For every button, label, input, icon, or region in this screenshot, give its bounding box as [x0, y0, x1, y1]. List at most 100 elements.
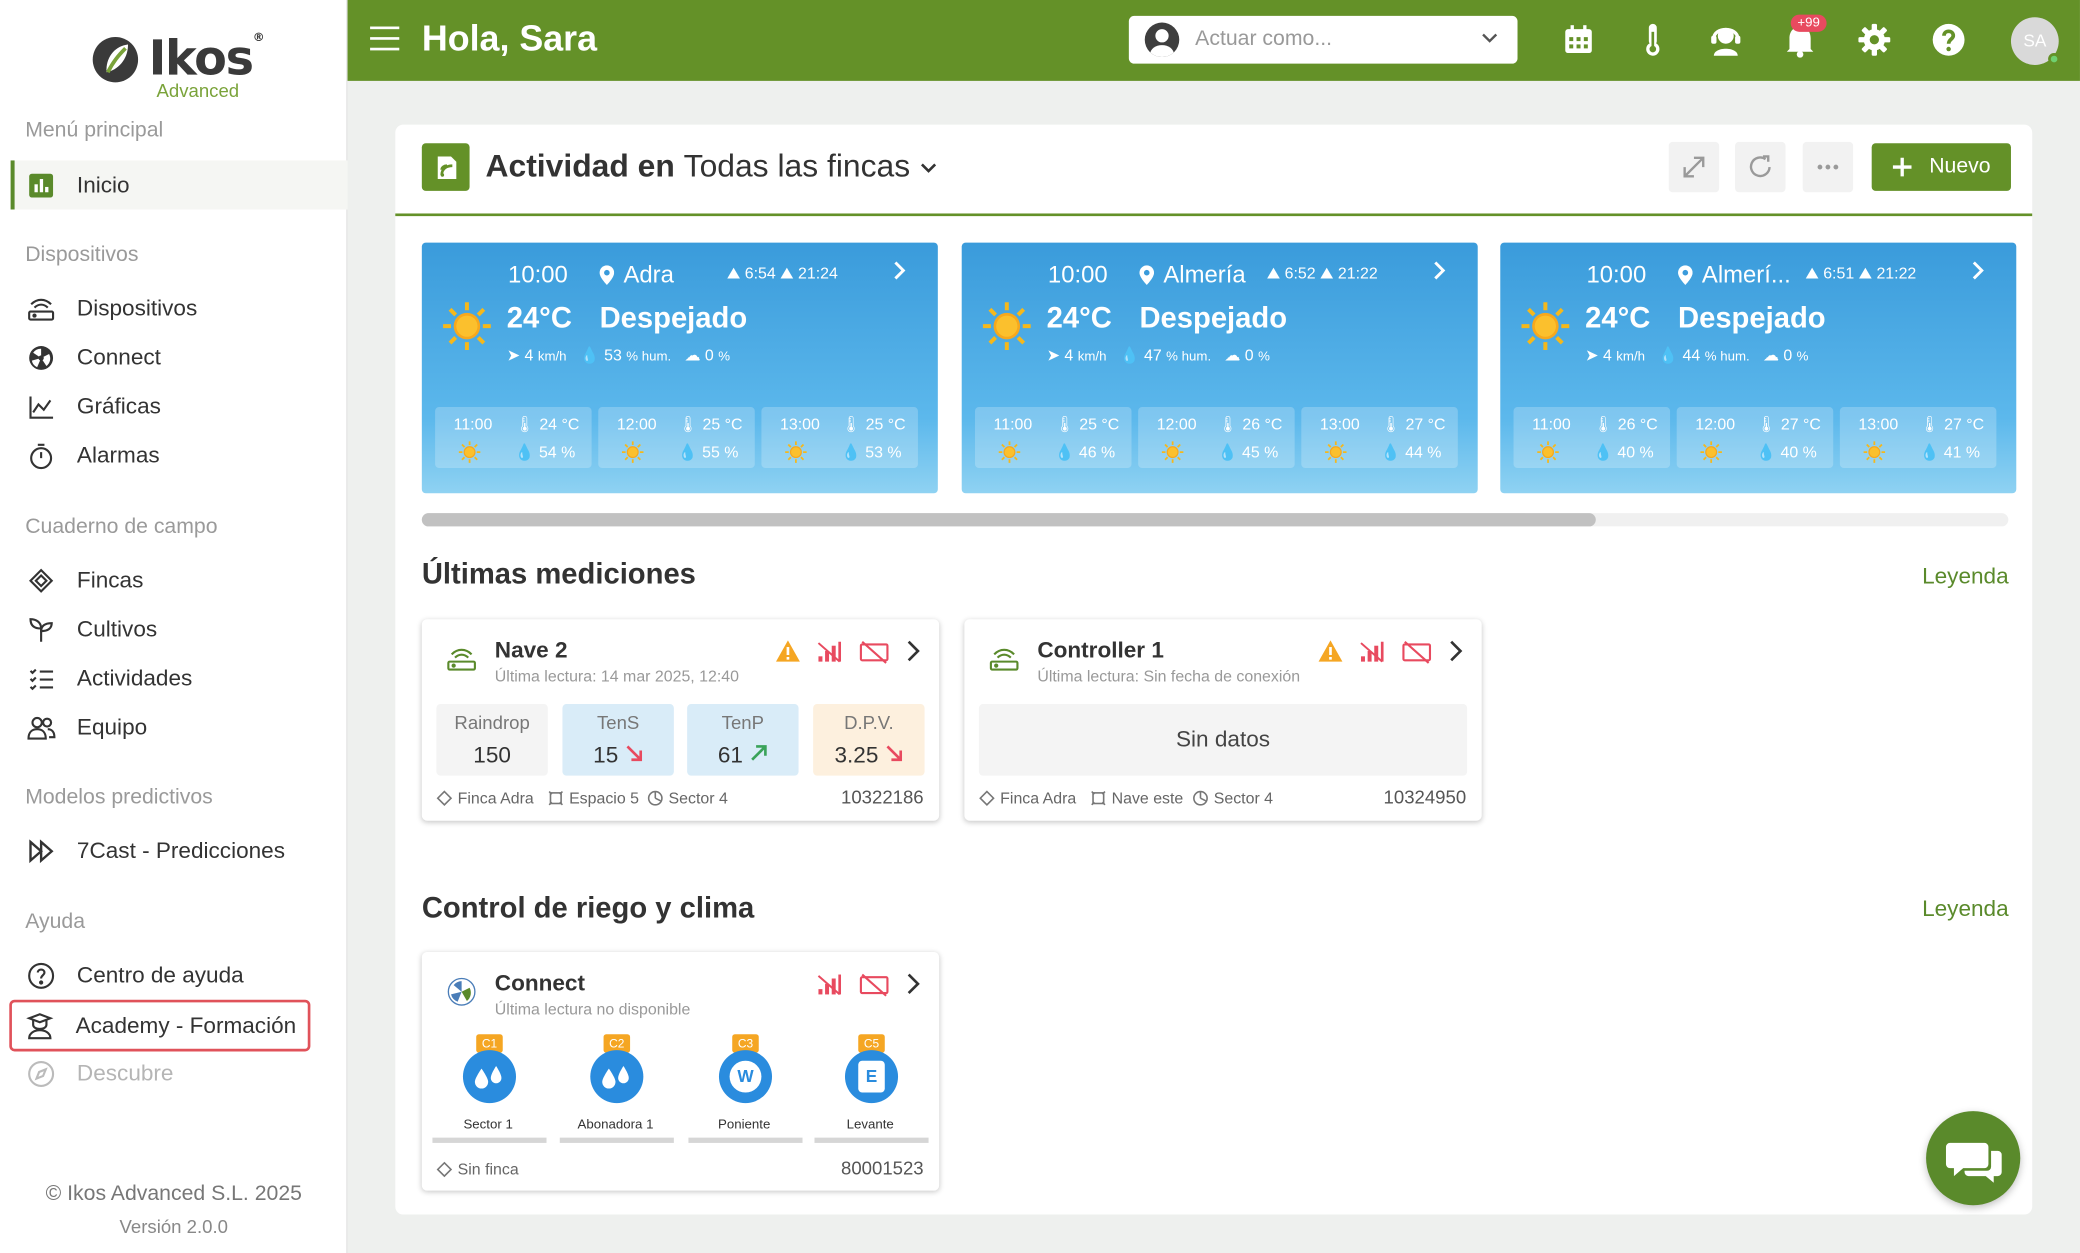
nav-actividades[interactable]: Actividades	[11, 654, 348, 703]
chat-button[interactable]	[1926, 1111, 2021, 1206]
weather-time: 10:00	[1047, 261, 1108, 288]
chevron-right-icon[interactable]	[1969, 259, 1988, 283]
disconnected-icon	[1402, 640, 1432, 664]
nav-dispositivos[interactable]: Dispositivos	[11, 284, 348, 333]
nav-equipo[interactable]: Equipo	[11, 703, 348, 752]
drop-icon: 💧	[1593, 442, 1613, 462]
calendar-icon[interactable]	[1560, 21, 1597, 58]
thermometer-icon: 🌡	[1919, 415, 1940, 434]
nav-label: Alarmas	[76, 442, 160, 468]
expand-icon	[1683, 156, 1705, 178]
compass-icon	[28, 1060, 55, 1087]
nav-academy[interactable]: Academy - Formación	[9, 999, 311, 1052]
pin-icon	[1139, 265, 1155, 285]
device-card-connect[interactable]: Connect Última lectura no disponible C1 …	[421, 951, 940, 1191]
scrollbar-thumb[interactable]	[421, 513, 1596, 527]
more-dots-icon	[1817, 164, 1839, 170]
nav-label: Centro de ayuda	[76, 961, 244, 988]
device-serial: 80001523	[841, 1157, 924, 1179]
sun-icon	[1161, 440, 1185, 464]
sector-icon	[647, 790, 663, 806]
expand-button[interactable]	[1668, 141, 1720, 193]
section-title-riego: Control de riego y clima	[421, 891, 755, 925]
nav-label: Inicio	[76, 171, 130, 197]
nav-connect[interactable]: Connect	[11, 333, 348, 382]
nav-alarmas[interactable]: Alarmas	[11, 431, 348, 480]
weather-card[interactable]: 10:00 Adra ⛰ 6:54 ⛰ 21:24 24°C Despejado ➤ 4 …	[421, 242, 938, 494]
no-signal-icon	[817, 641, 842, 663]
gear-icon[interactable]	[1856, 21, 1893, 58]
sector-label: Sector 4	[1193, 789, 1273, 807]
legend-link-riego[interactable]: Leyenda	[1922, 896, 2009, 923]
user-avatar[interactable]: SA	[2010, 17, 2061, 65]
chevron-right-icon[interactable]	[1430, 259, 1449, 283]
horizontal-scrollbar[interactable]	[421, 513, 2009, 527]
nav-cultivos[interactable]: Cultivos	[11, 605, 348, 654]
refresh-button[interactable]	[1735, 141, 1786, 193]
nav-7cast[interactable]: 7Cast - Predicciones	[11, 826, 348, 875]
nav-fincas[interactable]: Fincas	[11, 556, 348, 605]
nav-graficas[interactable]: Gráficas	[11, 382, 348, 431]
sunset-icon: ⛰	[780, 263, 794, 283]
chevron-right-icon[interactable]	[1447, 638, 1463, 665]
weather-temp: 24°C	[1046, 300, 1112, 335]
activity-panel: Actividad en Todas las fincas Nuevo 10:0…	[395, 124, 2033, 1215]
nav-descubre[interactable]: Descubre	[11, 1049, 348, 1098]
device-card-nave-2[interactable]: Nave 2 Última lectura: 14 mar 2025, 12:4…	[421, 619, 940, 821]
weather-condition: Despejado	[1678, 300, 1826, 335]
nav-inicio[interactable]: Inicio	[10, 160, 348, 210]
help-icon[interactable]	[1930, 21, 1967, 58]
disconnected-icon	[859, 640, 889, 664]
west-icon: W	[718, 1050, 773, 1104]
weather-meta: ➤ 4 km/h 💧 44 % hum. ☁ 0 %	[1585, 346, 1809, 365]
east-icon: E	[844, 1050, 899, 1104]
warning-icon	[776, 640, 800, 662]
new-button[interactable]: Nuevo	[1871, 143, 2011, 191]
thermometer-icon: 🌡	[841, 415, 862, 434]
sun-icon	[980, 300, 1033, 353]
chat-bubbles-icon	[1945, 1142, 2002, 1183]
thermometer-icon[interactable]	[1634, 21, 1671, 58]
menu-icon[interactable]	[370, 26, 400, 51]
sunrise-icon: ⛰	[1805, 263, 1819, 283]
cloud-icon: ☁	[684, 346, 701, 365]
sunrise-sunset: ⛰ 6:51 ⛰ 21:22	[1805, 263, 1917, 283]
last-reading: Última lectura: 14 mar 2025, 12:40	[494, 666, 740, 686]
trend-down-icon	[626, 745, 642, 762]
drops-icon	[590, 1050, 644, 1104]
sun-icon	[1519, 300, 1572, 353]
hourly-forecast: 12:00 🌡 27 °C 💧 40 %	[1676, 407, 1834, 469]
sun-icon	[1324, 440, 1348, 464]
drop-icon: 💧	[1658, 346, 1679, 365]
weather-condition: Despejado	[599, 300, 748, 335]
drop-icon: 💧	[1756, 442, 1777, 462]
chevron-right-icon[interactable]	[890, 259, 909, 283]
weather-meta: ➤ 4 km/h 💧 53 % hum. ☁ 0 %	[506, 346, 731, 365]
chevron-right-icon[interactable]	[905, 638, 921, 665]
sunrise-sunset: ⛰ 6:52 ⛰ 21:22	[1266, 263, 1378, 283]
section-main-menu: Menú principal	[25, 119, 164, 142]
wind-icon: ➤	[1585, 346, 1599, 365]
weather-location: Adra	[599, 261, 674, 289]
version: Versión 2.0.0	[119, 1215, 228, 1238]
weather-card[interactable]: 10:00 Almerí... ⛰ 6:51 ⛰ 21:22 24°C Despejad…	[1500, 242, 2017, 494]
farm-selector[interactable]: Todas las fincas	[684, 149, 911, 185]
valve-bar	[432, 1137, 547, 1143]
legend-link-mediciones[interactable]: Leyenda	[1922, 564, 2009, 591]
support-agent-icon[interactable]	[1707, 21, 1744, 58]
chevron-down-icon[interactable]	[919, 158, 938, 177]
farm-label: Finca Adra	[436, 789, 534, 807]
act-as-select[interactable]: Actuar como...	[1128, 15, 1518, 64]
reading-raindrop: Raindrop 150	[436, 704, 548, 776]
chevron-right-icon[interactable]	[905, 971, 921, 998]
ikos-logo[interactable]: Ikos® Advanced	[90, 32, 265, 101]
sun-icon	[621, 440, 645, 464]
copyright: © Ikos Advanced S.L. 2025	[45, 1182, 302, 1206]
weather-card[interactable]: 10:00 Almería ⛰ 6:52 ⛰ 21:22 24°C Despejado ➤…	[961, 242, 1478, 494]
stopwatch-icon	[30, 443, 53, 469]
more-options-button[interactable]	[1802, 141, 1854, 193]
weather-temp: 24°C	[506, 300, 572, 335]
nav-centro-ayuda[interactable]: Centro de ayuda	[11, 951, 348, 1000]
sun-icon	[1699, 440, 1723, 464]
device-card-controller-1[interactable]: Controller 1 Última lectura: Sin fecha d…	[964, 619, 1482, 821]
